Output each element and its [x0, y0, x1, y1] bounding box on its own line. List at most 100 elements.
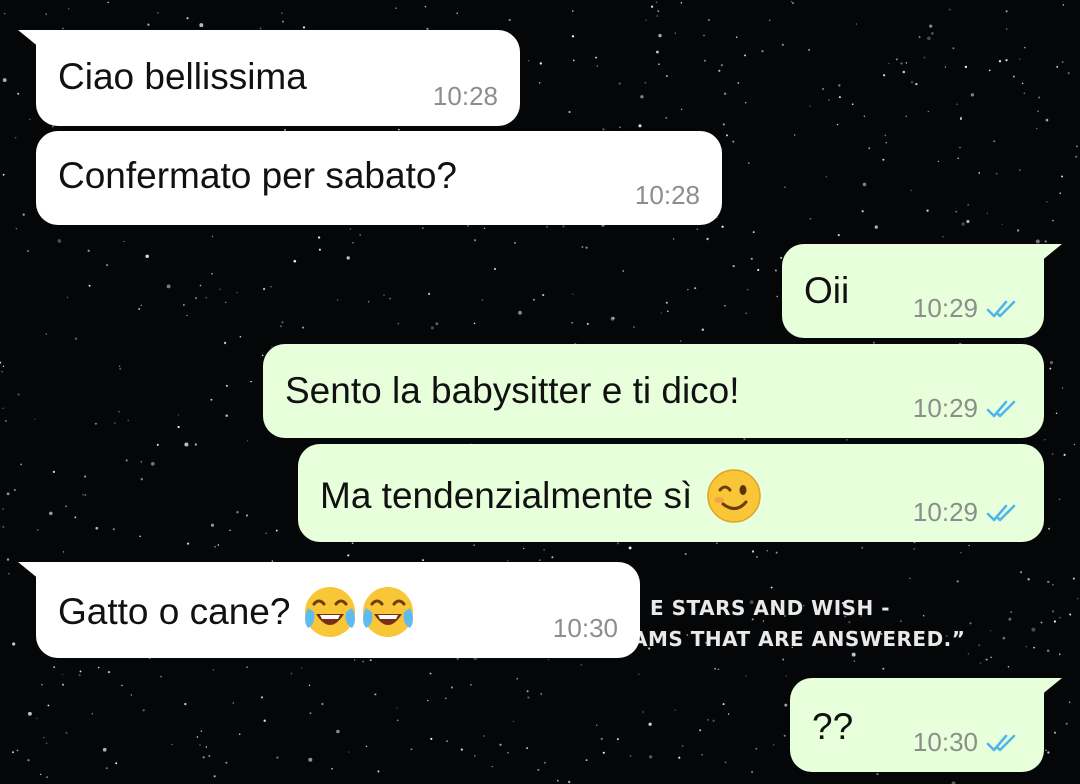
star — [851, 103, 854, 106]
star — [674, 709, 676, 711]
star — [724, 761, 727, 764]
read-double-check-icon — [986, 400, 1016, 417]
star — [882, 667, 885, 670]
star — [595, 56, 598, 59]
star — [861, 210, 864, 213]
star — [293, 259, 297, 263]
wallpaper-quote-line-2: AMS THAT ARE ANSWERED.” — [632, 627, 966, 651]
star — [895, 58, 898, 61]
star — [113, 422, 116, 424]
star — [665, 116, 668, 119]
star — [678, 756, 681, 759]
star — [236, 291, 239, 294]
star — [923, 56, 926, 59]
star — [119, 367, 122, 370]
star — [194, 443, 197, 446]
star — [184, 442, 189, 447]
star — [902, 70, 906, 74]
star — [301, 326, 305, 329]
message-bubble-incoming[interactable]: Ciao bellissima 10:28 — [18, 30, 520, 126]
star — [762, 620, 765, 622]
star — [723, 92, 727, 95]
star — [177, 414, 180, 416]
message-content: Gatto o cane? — [58, 584, 416, 640]
bubble-tail — [1040, 244, 1062, 262]
star — [66, 296, 69, 299]
star — [645, 19, 647, 22]
star — [43, 737, 45, 739]
star — [585, 246, 588, 249]
star — [1018, 169, 1021, 171]
star — [722, 703, 725, 706]
star — [45, 742, 48, 745]
star — [616, 542, 620, 545]
star — [523, 547, 525, 550]
star — [236, 511, 239, 514]
message-bubble-incoming[interactable]: Confermato per sabato? 10:28 — [36, 131, 722, 225]
star — [95, 526, 99, 530]
star — [1046, 201, 1048, 203]
star — [12, 751, 14, 754]
message-bubble-incoming[interactable]: Gatto o cane? 10:30 — [18, 562, 640, 658]
star — [808, 48, 811, 51]
star — [837, 234, 840, 237]
star — [279, 325, 283, 328]
star — [748, 162, 750, 164]
star — [959, 146, 961, 149]
star — [970, 93, 975, 97]
star — [351, 542, 354, 545]
star — [171, 743, 173, 746]
star — [770, 586, 773, 589]
star — [105, 767, 108, 769]
star — [784, 703, 788, 707]
star — [1010, 611, 1013, 614]
star — [744, 101, 747, 104]
star — [186, 542, 190, 545]
star — [383, 294, 385, 296]
star — [229, 529, 231, 532]
star — [956, 580, 959, 583]
star — [1027, 578, 1030, 581]
winking-face-emoji-icon — [707, 469, 762, 523]
star — [876, 772, 879, 776]
star — [483, 227, 486, 230]
star — [1023, 92, 1025, 95]
message-bubble-outgoing[interactable]: Ma tendenzialmente sì 10:29 — [298, 444, 1044, 542]
star — [395, 7, 397, 9]
star — [1019, 571, 1023, 574]
star — [1037, 110, 1039, 112]
star — [543, 549, 545, 551]
star — [967, 653, 970, 655]
star — [1043, 438, 1046, 441]
star — [27, 759, 30, 762]
star — [34, 418, 36, 420]
star — [785, 675, 788, 677]
star — [666, 310, 669, 313]
message-bubble-outgoing[interactable]: Sento la babysitter e ti dico! 10:29 — [263, 344, 1044, 438]
star — [931, 32, 934, 35]
star — [716, 542, 718, 544]
star — [791, 1, 794, 5]
star — [828, 99, 830, 101]
star — [1069, 613, 1072, 616]
star — [212, 669, 215, 671]
star — [681, 744, 684, 748]
star — [246, 666, 248, 668]
star — [52, 470, 55, 473]
star — [195, 297, 197, 299]
star — [638, 124, 642, 128]
star — [1051, 453, 1054, 456]
star — [123, 240, 125, 243]
message-bubble-outgoing[interactable]: Oii 10:29 — [782, 244, 1062, 338]
message-bubble-outgoing[interactable]: ?? 10:30 — [790, 678, 1062, 772]
star — [969, 622, 972, 625]
star — [445, 740, 449, 743]
star — [186, 314, 188, 317]
star — [82, 493, 84, 496]
star — [225, 761, 228, 764]
star — [794, 134, 796, 136]
star — [507, 751, 509, 754]
star — [944, 66, 947, 68]
star — [79, 670, 82, 673]
emoji-group — [302, 584, 416, 640]
